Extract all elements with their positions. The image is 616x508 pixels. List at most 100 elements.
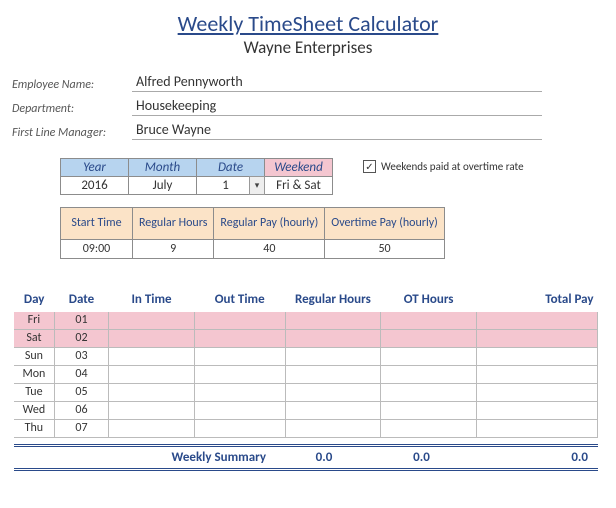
out-time-cell[interactable]: [194, 365, 285, 383]
out-time-cell[interactable]: [194, 329, 285, 347]
reg-hours-cell: [285, 365, 381, 383]
department-label: Department:: [12, 102, 132, 116]
reg-hours-cell: [285, 401, 381, 419]
day-cell: Fri: [14, 311, 54, 329]
table-row: Sat02: [14, 329, 598, 347]
in-time-cell[interactable]: [109, 419, 195, 437]
reg-hours-cell: [285, 311, 381, 329]
summary-ot-hours: 0.0: [374, 450, 469, 465]
table-row: Sun03: [14, 347, 598, 365]
in-time-cell[interactable]: [109, 401, 195, 419]
ot-pay-cell[interactable]: 50: [325, 240, 445, 259]
reg-pay-cell[interactable]: 40: [214, 240, 325, 259]
department-field[interactable]: Housekeeping: [132, 96, 542, 116]
in-time-cell[interactable]: [109, 329, 195, 347]
year-header: Year: [61, 159, 129, 177]
col-out-header: Out Time: [194, 289, 285, 311]
overtime-checkbox[interactable]: ✓ Weekends paid at overtime rate: [363, 160, 524, 173]
checkmark-icon: ✓: [363, 160, 376, 173]
reg-hours-cell[interactable]: 9: [133, 240, 214, 259]
date-header: Date: [197, 159, 265, 177]
ot-hours-cell: [381, 347, 477, 365]
date-cell[interactable]: 1 ▾: [197, 177, 265, 195]
ot-hours-cell: [381, 383, 477, 401]
out-time-cell[interactable]: [194, 383, 285, 401]
summary-total-pay: 0.0: [469, 450, 598, 465]
table-row: Thu07: [14, 419, 598, 437]
weekly-summary-row: Weekly Summary 0.0 0.0 0.0: [14, 444, 598, 471]
pay-settings-table: Start Time Regular Hours Regular Pay (ho…: [60, 207, 445, 259]
col-date-header: Date: [54, 289, 108, 311]
total-pay-cell: [477, 401, 598, 419]
total-pay-cell: [477, 365, 598, 383]
day-cell: Mon: [14, 365, 54, 383]
ot-hours-cell: [381, 419, 477, 437]
in-time-cell[interactable]: [109, 311, 195, 329]
out-time-cell[interactable]: [194, 401, 285, 419]
month-cell[interactable]: July: [129, 177, 197, 195]
out-time-cell[interactable]: [194, 419, 285, 437]
date-cell: 06: [54, 401, 108, 419]
ot-hours-cell: [381, 401, 477, 419]
table-row: Wed06: [14, 401, 598, 419]
date-cell: 07: [54, 419, 108, 437]
day-cell: Thu: [14, 419, 54, 437]
table-row: Tue05: [14, 383, 598, 401]
total-pay-cell: [477, 311, 598, 329]
in-time-cell[interactable]: [109, 383, 195, 401]
col-pay-header: Total Pay: [477, 289, 598, 311]
date-cell: 05: [54, 383, 108, 401]
table-row: Mon04: [14, 365, 598, 383]
page-title: Weekly TimeSheet Calculator: [12, 10, 604, 37]
day-cell: Sun: [14, 347, 54, 365]
total-pay-cell: [477, 347, 598, 365]
date-cell: 03: [54, 347, 108, 365]
summary-reg-hours: 0.0: [274, 450, 374, 465]
ot-hours-cell: [381, 329, 477, 347]
manager-field[interactable]: Bruce Wayne: [132, 120, 542, 140]
company-name: Wayne Enterprises: [12, 37, 604, 58]
col-day-header: Day: [14, 289, 54, 311]
weekend-cell[interactable]: Fri & Sat: [265, 177, 333, 195]
reg-hours-cell: [285, 419, 381, 437]
in-time-cell[interactable]: [109, 365, 195, 383]
total-pay-cell: [477, 383, 598, 401]
weekend-header: Weekend: [265, 159, 333, 177]
ot-hours-cell: [381, 311, 477, 329]
ot-pay-header: Overtime Pay (hourly): [325, 208, 445, 240]
date-cell: 04: [54, 365, 108, 383]
day-cell: Tue: [14, 383, 54, 401]
dropdown-arrow-icon[interactable]: ▾: [249, 176, 265, 195]
reg-hours-cell: [285, 329, 381, 347]
employee-name-label: Employee Name:: [12, 78, 132, 92]
out-time-cell[interactable]: [194, 347, 285, 365]
start-time-cell[interactable]: 09:00: [61, 240, 133, 259]
day-cell: Wed: [14, 401, 54, 419]
col-in-header: In Time: [109, 289, 195, 311]
employee-name-field[interactable]: Alfred Pennyworth: [132, 72, 542, 92]
col-ot-header: OT Hours: [381, 289, 477, 311]
reg-hours-header: Regular Hours: [133, 208, 214, 240]
table-row: Fri01: [14, 311, 598, 329]
date-cell: 02: [54, 329, 108, 347]
reg-hours-cell: [285, 383, 381, 401]
total-pay-cell: [477, 419, 598, 437]
in-time-cell[interactable]: [109, 347, 195, 365]
manager-label: First Line Manager:: [12, 126, 132, 140]
summary-label: Weekly Summary: [14, 450, 274, 465]
config-table: Year Month Date Weekend 2016 July 1 ▾ Fr…: [60, 158, 333, 195]
date-value: 1: [222, 178, 229, 193]
col-reg-header: Regular Hours: [285, 289, 381, 311]
total-pay-cell: [477, 329, 598, 347]
year-cell[interactable]: 2016: [61, 177, 129, 195]
week-table: Day Date In Time Out Time Regular Hours …: [14, 289, 598, 438]
day-cell: Sat: [14, 329, 54, 347]
date-cell: 01: [54, 311, 108, 329]
ot-hours-cell: [381, 365, 477, 383]
month-header: Month: [129, 159, 197, 177]
start-time-header: Start Time: [61, 208, 133, 240]
reg-hours-cell: [285, 347, 381, 365]
overtime-checkbox-label: Weekends paid at overtime rate: [381, 161, 524, 173]
out-time-cell[interactable]: [194, 311, 285, 329]
reg-pay-header: Regular Pay (hourly): [214, 208, 325, 240]
